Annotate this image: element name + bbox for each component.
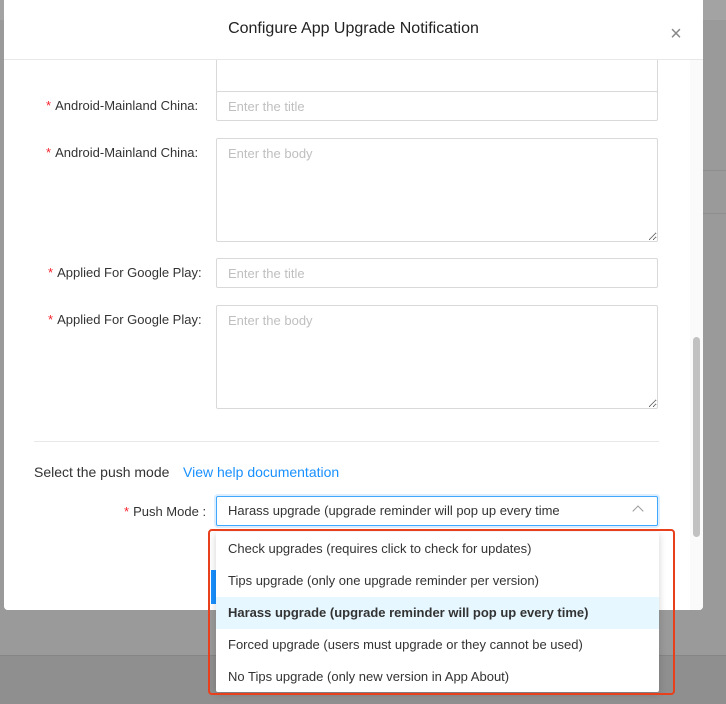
field-label-text: Applied For Google Play [57, 312, 198, 327]
option-forced-upgrade[interactable]: Forced upgrade (users must upgrade or th… [216, 629, 659, 661]
google-body-textarea[interactable] [216, 305, 658, 409]
android-body-textarea[interactable] [216, 138, 658, 242]
section-divider [34, 441, 659, 442]
label-colon: : [198, 504, 207, 519]
push-mode-dropdown: Check upgrades (requires click to check … [216, 532, 659, 692]
option-harass-upgrade[interactable]: Harass upgrade (upgrade reminder will po… [216, 597, 659, 629]
option-no-tips-upgrade[interactable]: No Tips upgrade (only new version in App… [216, 661, 659, 693]
dialog-body: *Android-Mainland China: *Android-Mainla… [4, 14, 703, 610]
field-label-android-title: * Android-Mainland China: [46, 98, 198, 113]
label-colon: : [194, 145, 199, 160]
option-tips-upgrade[interactable]: Tips upgrade (only one upgrade reminder … [216, 565, 659, 597]
push-mode-section-title: Select the push mode [34, 464, 170, 480]
field-label-push-mode: * Push Mode : [124, 504, 206, 519]
close-icon[interactable]: × [664, 24, 688, 48]
help-documentation-link[interactable]: View help documentation [183, 464, 339, 480]
android-title-input[interactable] [216, 91, 658, 121]
field-label-google-body: * Applied For Google Play: [48, 312, 202, 327]
field-label-android-body: * Android-Mainland China: [46, 145, 198, 160]
dialog-title: Configure App Upgrade Notification [228, 20, 479, 37]
required-marker: * [48, 312, 54, 327]
field-label-text: Android-Mainland China [55, 98, 195, 113]
label-colon: : [197, 265, 202, 280]
scrollbar-thumb[interactable] [693, 337, 700, 537]
option-check-upgrades[interactable]: Check upgrades (requires click to check … [216, 533, 659, 565]
push-mode-select[interactable]: Harass upgrade (upgrade reminder will po… [216, 496, 658, 526]
required-marker: * [48, 265, 54, 280]
field-label-text: Push Mode [133, 504, 199, 519]
field-label-google-title: * Applied For Google Play: [48, 265, 202, 280]
required-marker: * [124, 504, 130, 519]
label-colon: : [197, 312, 202, 327]
dialog-header: Configure App Upgrade Notification × [4, 0, 703, 60]
field-label-text: Android-Mainland China [55, 145, 195, 160]
required-marker: * [46, 98, 52, 113]
field-label-text: Applied For Google Play [57, 265, 198, 280]
google-title-input[interactable] [216, 258, 658, 288]
label-colon: : [194, 98, 199, 113]
required-marker: * [46, 145, 52, 160]
upgrade-notification-dialog: Configure App Upgrade Notification × * An… [4, 0, 703, 610]
